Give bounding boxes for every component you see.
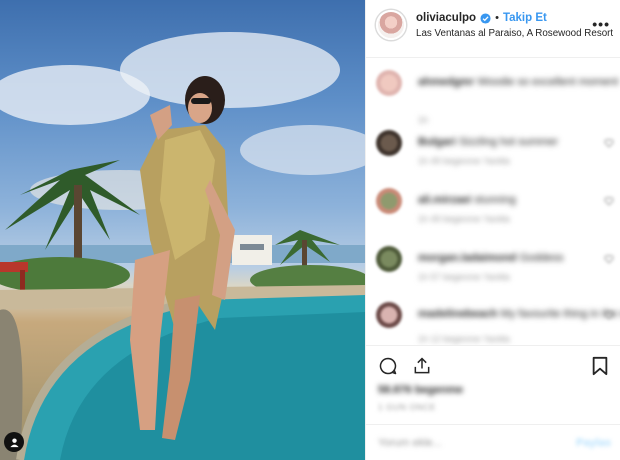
- comment-username[interactable]: morgan.ladaimond: [418, 252, 516, 264]
- follow-button[interactable]: Takip Et: [503, 12, 547, 24]
- photo-scene: [0, 32, 365, 460]
- author-username[interactable]: oliviaculpo: [416, 12, 476, 24]
- like-comment-heart-icon[interactable]: [604, 196, 614, 206]
- post-actions: 58.876 begenme 1 GUN ONCE Yorum ekle... …: [366, 345, 620, 460]
- separator-dot: •: [495, 12, 499, 24]
- likes-count[interactable]: 58.876 begenme: [378, 384, 463, 396]
- comment-icon[interactable]: [378, 356, 398, 376]
- comment-text: madelinebeach My favourite thing in the …: [418, 307, 620, 321]
- like-comment-heart-icon[interactable]: [604, 310, 614, 320]
- comment-body: Woodie so excellent moment: [477, 76, 619, 88]
- comment-username[interactable]: Bulgari: [418, 136, 456, 148]
- post-comment-button[interactable]: Paylas: [576, 437, 611, 449]
- commenter-avatar[interactable]: [376, 302, 402, 328]
- comment-meta: 1h 49 begenme Yanitla: [418, 156, 510, 166]
- share-icon[interactable]: [412, 356, 432, 376]
- post-header: oliviaculpo • Takip Et Las Ventanas al P…: [366, 0, 620, 58]
- comment-text: morgan.ladaimond Goddess: [418, 251, 564, 265]
- comment-text: Bulgari Sizzling hot summer: [418, 135, 558, 149]
- comment-meta: 1h 12 begenme Yanitla: [418, 334, 510, 344]
- action-icons: [378, 356, 432, 376]
- save-bookmark-icon[interactable]: [591, 356, 609, 376]
- comment-body: My favourite thing in the world: [500, 308, 620, 320]
- comment-meta: 1h 57 begenme Yanitla: [418, 272, 510, 282]
- verified-badge-icon: [480, 12, 491, 24]
- comment-body: Goddess: [519, 252, 564, 264]
- more-options-icon[interactable]: •••: [592, 16, 610, 32]
- comment-text: ali.mirzaei stunning: [418, 193, 516, 207]
- author-line: oliviaculpo • Takip Et: [416, 12, 547, 24]
- commenter-avatar[interactable]: [376, 130, 402, 156]
- tagged-users-icon[interactable]: [4, 432, 24, 452]
- comment-body: stunning: [474, 194, 516, 206]
- comment-body: Sizzling hot summer: [458, 136, 559, 148]
- comment-meta: 1h: [418, 115, 429, 125]
- comment-input[interactable]: Yorum ekle...: [378, 437, 442, 449]
- add-comment-bar: Yorum ekle... Paylas: [366, 424, 620, 460]
- comments-list: ahmedgmr Woodie so excellent moment 1h B…: [366, 60, 620, 345]
- post-date: 1 GUN ONCE: [378, 402, 436, 412]
- comment-username[interactable]: ahmedgmr: [418, 76, 474, 88]
- comment-meta: 1h 49 begenme Yanitla: [418, 214, 510, 224]
- author-avatar[interactable]: [376, 10, 406, 40]
- post-photo[interactable]: [0, 0, 365, 460]
- like-comment-heart-icon[interactable]: [604, 254, 614, 264]
- post-side-panel: oliviaculpo • Takip Et Las Ventanas al P…: [365, 0, 620, 460]
- like-comment-heart-icon[interactable]: [604, 138, 614, 148]
- comment-text: ahmedgmr Woodie so excellent moment: [418, 75, 618, 89]
- location-link[interactable]: Las Ventanas al Paraiso, A Rosewood Reso…: [416, 28, 613, 39]
- commenter-avatar[interactable]: [376, 70, 402, 96]
- commenter-avatar[interactable]: [376, 246, 402, 272]
- comment-username[interactable]: madelinebeach: [418, 308, 497, 320]
- comment-username[interactable]: ali.mirzaei: [418, 194, 471, 206]
- commenter-avatar[interactable]: [376, 188, 402, 214]
